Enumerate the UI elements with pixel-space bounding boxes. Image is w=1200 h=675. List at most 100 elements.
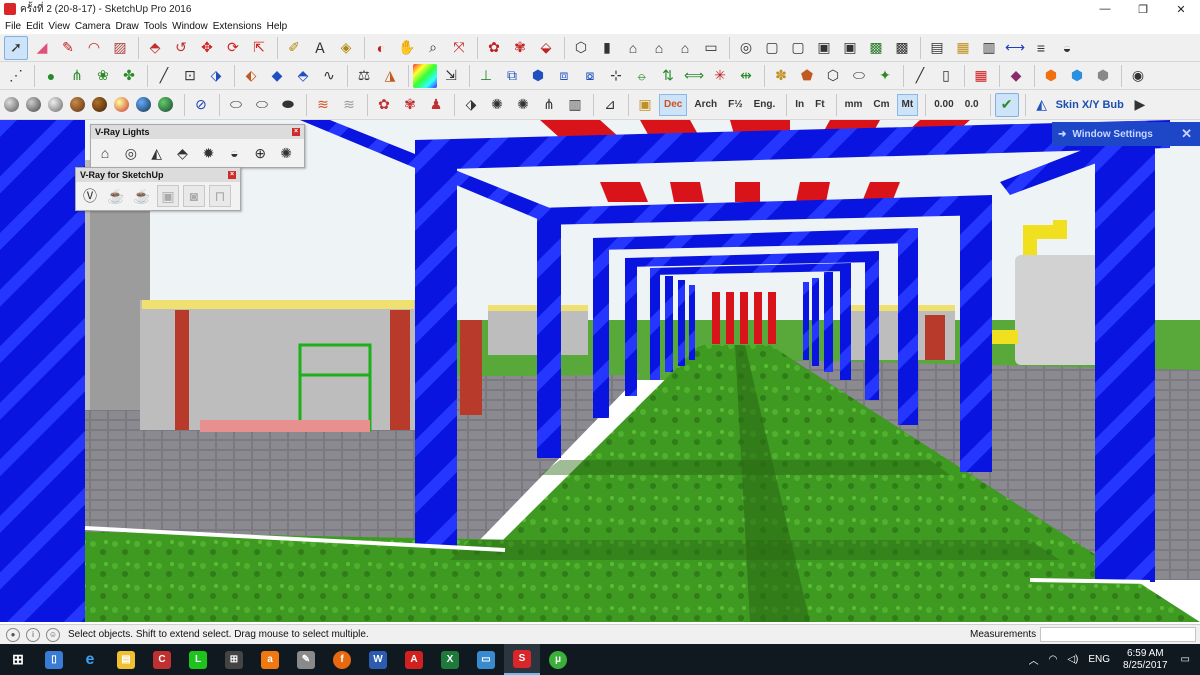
unit-inch-button[interactable]: In xyxy=(791,94,808,116)
palette-close-icon[interactable]: × xyxy=(228,171,236,179)
user-icon[interactable]: ☺ xyxy=(46,627,60,642)
top-view-icon[interactable]: ▮ xyxy=(595,36,619,60)
offset-icon[interactable]: ⧈ xyxy=(552,64,576,88)
tree-icon[interactable]: ● xyxy=(39,64,63,88)
back-edges-icon[interactable]: ▢ xyxy=(760,36,784,60)
vray-logo-icon[interactable]: Ⓥ xyxy=(79,185,101,207)
dice-icon[interactable]: ⬟ xyxy=(795,64,819,88)
frame-buffer-icon[interactable]: ▣ xyxy=(157,185,179,207)
menu-view[interactable]: View xyxy=(47,21,74,32)
camera-render-icon[interactable]: ◙ xyxy=(183,185,205,207)
flower-icon[interactable]: ✿ xyxy=(372,93,396,117)
plane-icon[interactable]: ⬭ xyxy=(847,64,871,88)
target-icon[interactable]: ◉ xyxy=(1126,64,1150,88)
prism-icon[interactable]: ◆ xyxy=(1004,64,1028,88)
explorer-icon[interactable]: ▤ xyxy=(108,644,144,675)
light-bulb-icon[interactable]: ✺ xyxy=(485,93,509,117)
sail-icon[interactable]: ◭ xyxy=(1030,93,1054,117)
fence-icon[interactable]: ▥ xyxy=(563,93,587,117)
line-tool-icon[interactable]: ✎ xyxy=(56,36,80,60)
tape-measure-icon[interactable]: ✐ xyxy=(282,36,306,60)
word-icon[interactable]: W xyxy=(360,644,396,675)
desktop-icon[interactable]: ▯ xyxy=(36,644,72,675)
cube-icon[interactable]: ⬢ xyxy=(526,64,550,88)
avast-icon[interactable]: a xyxy=(252,644,288,675)
move-tool-icon[interactable]: ✥ xyxy=(195,36,219,60)
warehouse-icon[interactable]: ✿ xyxy=(482,36,506,60)
zoom-tool-icon[interactable]: ⌕ xyxy=(421,36,445,60)
rectangle-tool-icon[interactable]: ▨ xyxy=(108,36,132,60)
menu-edit[interactable]: Edit xyxy=(25,21,47,32)
vray-sketchup-palette[interactable]: V-Ray for SketchUp × Ⓥ ☕ ☕ ▣ ◙ ⊓ xyxy=(75,167,241,211)
unit-fraction-button[interactable]: F½ xyxy=(724,94,746,116)
unit-decimal-button[interactable]: Dec xyxy=(659,93,688,116)
pen-tool-icon[interactable]: ╱ xyxy=(152,64,176,88)
maximize-button[interactable]: ❐ xyxy=(1124,0,1162,18)
layer-icon-2[interactable]: ⬭ xyxy=(250,93,274,117)
menu-extensions[interactable]: Extensions xyxy=(212,21,266,32)
array-icon[interactable]: ✳ xyxy=(708,64,732,88)
fill-icon[interactable]: ◆ xyxy=(265,64,289,88)
omni-light-icon[interactable]: ✹ xyxy=(198,142,220,164)
ruler-tool-icon[interactable]: ⋰ xyxy=(4,64,28,88)
line-icon[interactable]: L xyxy=(180,644,216,675)
material-silver-icon[interactable] xyxy=(48,97,63,112)
rect-light-icon[interactable]: ⌂ xyxy=(94,142,116,164)
layers-gray-icon[interactable]: ≋ xyxy=(337,93,361,117)
wifi-icon[interactable]: ◠ xyxy=(1049,654,1058,665)
unit-meter-button[interactable]: Mt xyxy=(896,93,919,116)
material-dark-icon[interactable] xyxy=(26,97,41,112)
menu-window[interactable]: Window xyxy=(171,21,212,32)
layers-color-icon[interactable]: ≋ xyxy=(311,93,335,117)
paint-icon[interactable]: ⬖ xyxy=(239,64,263,88)
grass-tuft-icon[interactable]: ⋔ xyxy=(537,93,561,117)
window-settings-tab[interactable]: ➜ Window Settings ✕ xyxy=(1052,122,1200,146)
outliner-icon[interactable]: ◒ xyxy=(1055,36,1079,60)
material-gray-icon[interactable] xyxy=(4,97,19,112)
section-icon[interactable]: ⊡ xyxy=(178,64,202,88)
layer-icon-1[interactable]: ⬭ xyxy=(224,93,248,117)
paint-bucket-icon[interactable]: ◈ xyxy=(334,36,358,60)
firefox-icon[interactable]: f xyxy=(324,644,360,675)
svg-export-icon[interactable]: ✦ xyxy=(873,64,897,88)
minimize-button[interactable]: — xyxy=(1086,0,1124,18)
acrobat-icon[interactable]: A xyxy=(396,644,432,675)
layers-stack-icon[interactable]: ≡ xyxy=(1029,36,1053,60)
rotate-tool-icon[interactable]: ⟳ xyxy=(221,36,245,60)
cube-gray-icon[interactable]: ⬢ xyxy=(1091,64,1115,88)
text-tool-icon[interactable]: Ａ xyxy=(308,36,332,60)
orbit-tool-icon[interactable]: ◐ xyxy=(369,36,393,60)
mirror-icon[interactable]: ⟺ xyxy=(682,64,706,88)
scale-tool-icon[interactable]: ⇱ xyxy=(247,36,271,60)
menu-camera[interactable]: Camera xyxy=(74,21,115,32)
stairs-icon[interactable]: ⊿ xyxy=(598,93,622,117)
geo-location-icon[interactable]: ● xyxy=(6,627,20,642)
volume-icon[interactable]: ◁) xyxy=(1067,654,1078,665)
ccleaner-icon[interactable]: C xyxy=(144,644,180,675)
hidden-line-icon[interactable]: ▣ xyxy=(812,36,836,60)
line-diag-icon[interactable]: ╱ xyxy=(908,64,932,88)
select-tool-icon[interactable]: ➚ xyxy=(4,35,28,60)
cube-group-icon[interactable]: ⬡ xyxy=(821,64,845,88)
components-icon[interactable]: ▤ xyxy=(925,36,949,60)
cube-blue-icon[interactable]: ⬢ xyxy=(1065,64,1089,88)
measurements-input[interactable] xyxy=(1040,627,1196,642)
dome-light-icon[interactable]: ◒ xyxy=(223,142,245,164)
ies-light-icon[interactable]: ⬘ xyxy=(172,142,194,164)
material-color-icon[interactable] xyxy=(114,97,129,112)
zoom-extents-icon[interactable]: ⤧ xyxy=(447,36,471,60)
precision-increase-button[interactable]: 0.0 xyxy=(961,94,983,116)
shrub-icon[interactable]: ❀ xyxy=(91,64,115,88)
notification-icon[interactable]: ▭ xyxy=(1181,654,1190,665)
start-icon[interactable]: ⊞ xyxy=(0,644,36,675)
palette-close-icon[interactable]: × xyxy=(292,128,300,136)
tape-icon[interactable]: ⦵ xyxy=(630,64,654,88)
extension-warehouse-icon[interactable]: ✾ xyxy=(508,36,532,60)
light-bulb-2-icon[interactable]: ✺ xyxy=(511,93,535,117)
wireframe-icon[interactable]: ▢ xyxy=(786,36,810,60)
shaded-textures-icon[interactable]: ▩ xyxy=(864,36,888,60)
material-green-icon[interactable] xyxy=(158,97,173,112)
flip-icon[interactable]: ⇅ xyxy=(656,64,680,88)
unit-mm-button[interactable]: mm xyxy=(841,94,867,116)
check-icon[interactable]: ✔ xyxy=(994,92,1019,117)
